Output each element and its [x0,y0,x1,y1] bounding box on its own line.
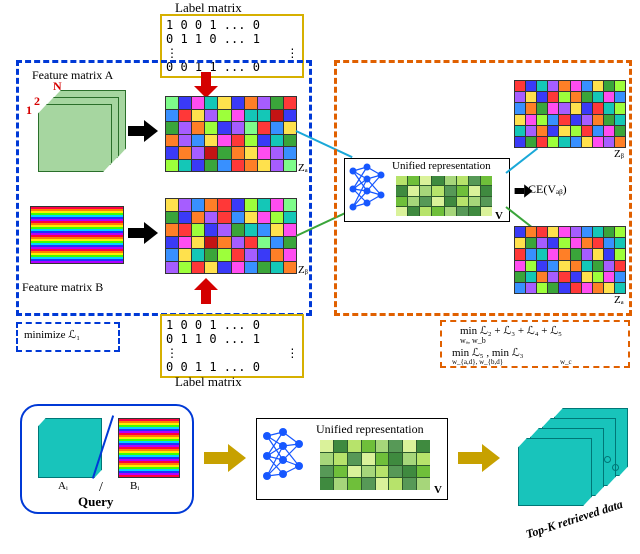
zb2-mosaic [514,80,626,148]
label-matrix-bottom: 1 0 0 1 ... 0 0 1 1 0 ... 1 ⋮ ⋮ 0 0 1 1 … [160,314,304,378]
ai-label: Aᵢ [58,480,68,492]
axis-n: N [53,79,62,94]
arrow-b-to-zb [128,224,156,242]
nn-icon-2 [260,426,308,490]
legend-orange-sub2: w_{a,d}, w_{b,d} [452,358,503,366]
za-label: Zₐ [298,162,308,174]
bi-label: Bᵢ [130,480,139,492]
v-mosaic-2 [320,440,430,490]
arrow-label-to-zb [196,278,216,304]
feature-matrix-b-label: Feature matrix B [22,280,103,295]
za2-mosaic [514,226,626,294]
v-label-2: V [434,484,442,496]
query-label: Query [78,494,113,510]
v-mosaic [396,176,492,216]
axis-2: 2 [34,94,40,109]
unified-label: Unified representation [392,160,491,172]
label-matrix-bottom-caption: Label matrix [175,374,242,390]
arrow-query-to-unified [204,446,244,470]
query-sheet-ai [38,418,102,478]
za-mosaic [165,96,297,172]
v-label: V [495,210,503,222]
arrow-unified-to-topk [458,446,498,470]
query-rainbow-bi [118,418,180,478]
nn-icon [347,161,389,217]
ce-label: CE(Vₐᵦ) [528,182,567,197]
axis-1: 1 [26,103,32,118]
unified-label-2: Unified representation [316,422,424,437]
zb-mosaic [165,198,297,274]
zb2-label: Zᵦ [614,148,624,160]
legend-min-l1: minimize ℒ₁ [24,328,80,341]
za2-label: Zₐ [614,294,624,306]
feature-matrix-a-label: Feature matrix A [32,68,113,83]
legend-orange-sub1: wₐ, w_b [460,336,486,345]
feature-rainbow-b [30,206,124,264]
arrow-a-to-za [128,122,156,140]
zb-label: Zᵦ [298,264,308,276]
legend-orange-sub3: w_c [560,358,572,366]
